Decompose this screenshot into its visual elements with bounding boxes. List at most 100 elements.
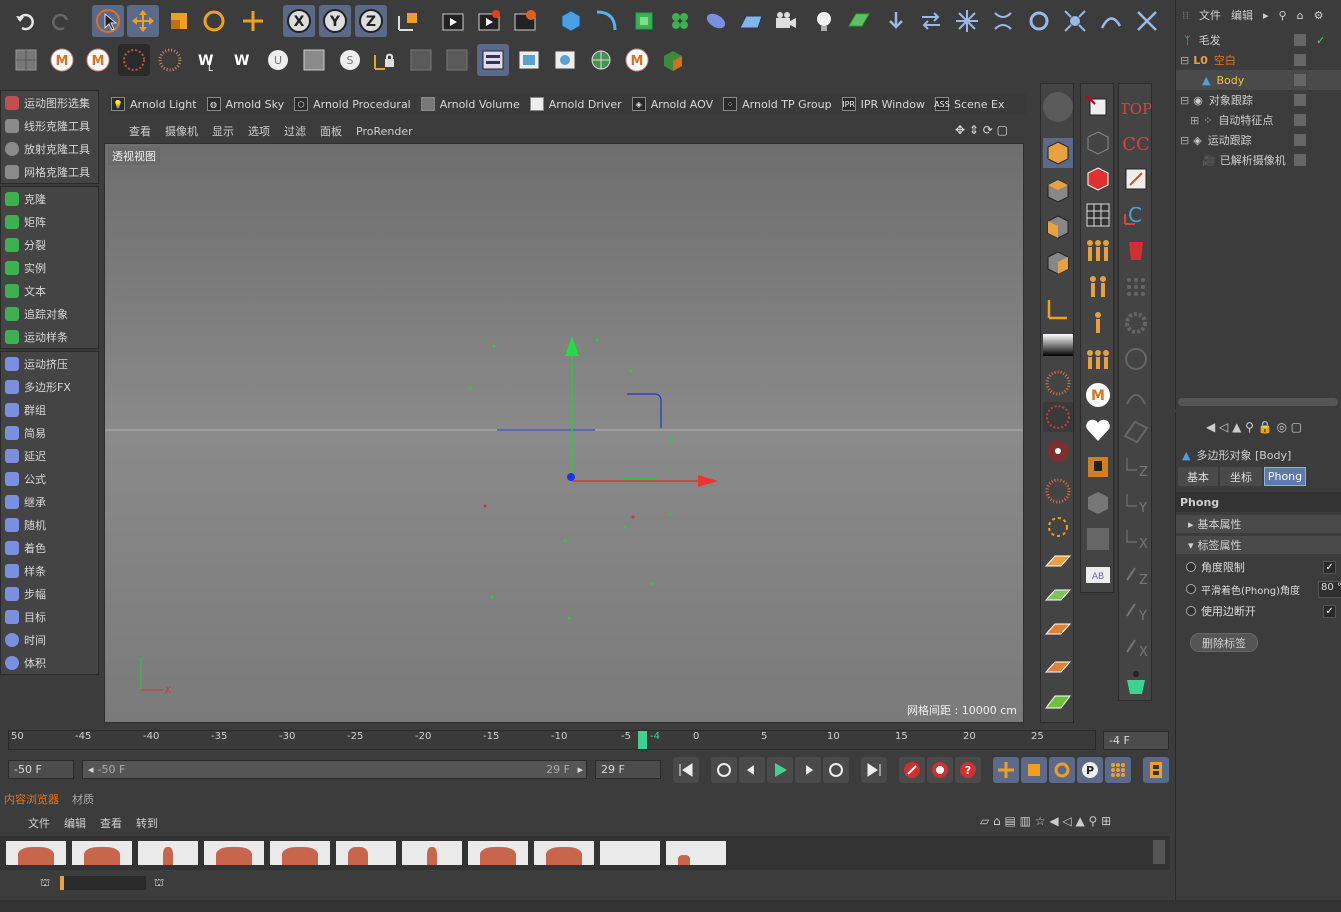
cube-wire-icon[interactable] bbox=[1083, 92, 1113, 122]
layer-icon[interactable] bbox=[1294, 74, 1306, 86]
key-rotation-icon[interactable] bbox=[1049, 757, 1075, 783]
axis-icon[interactable] bbox=[1043, 294, 1073, 324]
layout-icon[interactable] bbox=[477, 44, 509, 76]
checker-icon[interactable] bbox=[1083, 524, 1113, 554]
go-to-end-icon[interactable] bbox=[861, 757, 887, 783]
top-view-icon[interactable]: TOP bbox=[1120, 92, 1152, 122]
c-axis-icon[interactable]: C bbox=[1121, 200, 1151, 230]
cube-grey-icon[interactable] bbox=[1083, 488, 1113, 518]
arrow-down-icon[interactable] bbox=[880, 5, 912, 37]
object-row-object-tracker[interactable]: ⊟ ◉ 对象跟踪 bbox=[1176, 90, 1341, 110]
weight-2-icon[interactable]: W bbox=[226, 44, 258, 76]
autokey-icon[interactable] bbox=[927, 757, 953, 783]
tab-content-browser[interactable]: 内容浏览器 bbox=[4, 791, 59, 807]
burst-orange-icon[interactable] bbox=[1043, 368, 1073, 398]
key-point-level-icon[interactable] bbox=[1105, 757, 1131, 783]
group-tag-properties[interactable]: ▾ 标签属性 bbox=[1176, 536, 1341, 554]
side-cube-icon[interactable] bbox=[1043, 248, 1073, 278]
effector-shader[interactable]: 着色 bbox=[1, 536, 98, 559]
menu-edit[interactable]: 编辑 bbox=[64, 815, 86, 831]
layer-icon[interactable] bbox=[1294, 114, 1306, 126]
effector-formula[interactable]: 公式 bbox=[1, 467, 98, 490]
animate-radio-icon[interactable] bbox=[1186, 606, 1196, 616]
scene-export-button[interactable]: ASS Scene Ex bbox=[932, 97, 1008, 111]
layer-icon[interactable] bbox=[1294, 134, 1306, 146]
fracture-tool[interactable]: 分裂 bbox=[1, 233, 98, 256]
coordinate-system-icon[interactable] bbox=[392, 5, 424, 37]
shield-orange-icon[interactable] bbox=[1083, 452, 1113, 482]
spline-pen-icon[interactable] bbox=[590, 5, 622, 37]
tree-collapse-icon[interactable]: ⊟ bbox=[1180, 94, 1189, 107]
tile-green-2-icon[interactable] bbox=[1043, 690, 1073, 718]
mospline-tool[interactable]: 运动样条 bbox=[1, 325, 98, 348]
grid-clone-tool[interactable]: 网格克隆工具 bbox=[1, 160, 98, 183]
cube-outline-icon[interactable] bbox=[1083, 128, 1113, 158]
frame-icon[interactable] bbox=[1121, 164, 1151, 194]
person-large-icon[interactable]: ⛫ bbox=[154, 876, 164, 891]
linear-clone-tool[interactable]: 线形克隆工具 bbox=[1, 114, 98, 137]
effector-random[interactable]: 随机 bbox=[1, 513, 98, 536]
rotate-tool-icon[interactable] bbox=[198, 5, 230, 37]
go-to-start-icon[interactable] bbox=[673, 757, 699, 783]
subdivision-surface-icon[interactable] bbox=[628, 5, 660, 37]
chevron-right-icon[interactable]: ▸ bbox=[1263, 9, 1269, 22]
thumbnail-size-slider[interactable] bbox=[60, 876, 146, 890]
lock-icon[interactable] bbox=[368, 44, 400, 76]
tile-orange-2-icon[interactable] bbox=[1043, 618, 1073, 642]
preset-thumbnail[interactable] bbox=[72, 841, 132, 865]
move-tool-icon[interactable] bbox=[127, 5, 159, 37]
render-picture-viewer-icon[interactable] bbox=[473, 5, 505, 37]
ring-icon[interactable] bbox=[1023, 5, 1055, 37]
dots-grid-icon[interactable] bbox=[1121, 272, 1151, 302]
viewport-1-icon[interactable] bbox=[513, 44, 545, 76]
step-back-icon[interactable] bbox=[739, 757, 765, 783]
layer-icon[interactable] bbox=[1294, 54, 1306, 66]
menu-view[interactable]: 查看 bbox=[129, 123, 151, 139]
floor-icon[interactable] bbox=[735, 5, 767, 37]
effector-group[interactable]: 群组 bbox=[1, 398, 98, 421]
object-row-hair[interactable]: ᛉ 毛发 ✓ bbox=[1176, 30, 1341, 50]
preset-thumbnail[interactable] bbox=[534, 841, 594, 865]
next-keyframe-icon[interactable] bbox=[823, 757, 849, 783]
effector-volume[interactable]: 体积 bbox=[1, 651, 98, 674]
gradient-icon[interactable] bbox=[1043, 334, 1073, 356]
swap-arrows-icon[interactable] bbox=[915, 5, 947, 37]
crowd-icon[interactable] bbox=[1083, 236, 1113, 266]
effector-spline[interactable]: 样条 bbox=[1, 559, 98, 582]
angle-limit-checkbox[interactable]: ✓ bbox=[1323, 560, 1336, 574]
home-icon[interactable]: ⌂ bbox=[1297, 9, 1304, 22]
camera-icon[interactable] bbox=[770, 5, 802, 37]
tree-collapse-icon[interactable]: ⊟ bbox=[1180, 134, 1189, 147]
key-parameter-icon[interactable]: P bbox=[1077, 757, 1103, 783]
matrix-tool[interactable]: 矩阵 bbox=[1, 210, 98, 233]
figures-row-icon[interactable] bbox=[1083, 344, 1113, 374]
mograph-cache-icon[interactable]: M bbox=[46, 44, 78, 76]
burst-icon[interactable] bbox=[154, 44, 186, 76]
arnold-aov-button[interactable]: ◈ Arnold AOV bbox=[629, 97, 716, 111]
perspective-cube-icon[interactable] bbox=[1043, 138, 1073, 168]
tracer-tool[interactable]: 追踪对象 bbox=[1, 302, 98, 325]
tab-phong[interactable]: Phong bbox=[1264, 467, 1306, 486]
ring-dots-icon[interactable] bbox=[1043, 512, 1073, 542]
x-rotate-icon[interactable]: X bbox=[1121, 524, 1151, 554]
vertical-scrollbar[interactable] bbox=[1153, 840, 1165, 864]
dot-radial-icon[interactable] bbox=[1043, 436, 1073, 466]
tab-basic[interactable]: 基本 bbox=[1178, 467, 1218, 486]
key-position-icon[interactable] bbox=[993, 757, 1019, 783]
y-move-icon[interactable]: Y bbox=[1121, 596, 1151, 626]
layer-icon[interactable] bbox=[1294, 94, 1306, 106]
step-forward-icon[interactable] bbox=[795, 757, 821, 783]
mograph-m-icon[interactable]: M bbox=[621, 44, 653, 76]
menu-cameras[interactable]: 摄像机 bbox=[165, 123, 198, 139]
preset-thumbnail[interactable] bbox=[600, 841, 660, 865]
menu-goto[interactable]: 转到 bbox=[136, 815, 158, 831]
cloner-tool[interactable]: 克隆 bbox=[1, 187, 98, 210]
preset-thumbnail[interactable] bbox=[138, 841, 198, 865]
transform-tool-icon[interactable] bbox=[237, 5, 269, 37]
preset-thumbnail[interactable] bbox=[204, 841, 264, 865]
perspective-viewport[interactable]: 透视视图 Y X 网格间距 : 10000 cm bbox=[104, 143, 1024, 723]
mesh-checker-icon[interactable] bbox=[10, 44, 42, 76]
collision-icon[interactable] bbox=[1131, 5, 1163, 37]
sphere-icon[interactable] bbox=[1043, 92, 1073, 122]
twist-grey-icon[interactable] bbox=[1121, 380, 1151, 410]
